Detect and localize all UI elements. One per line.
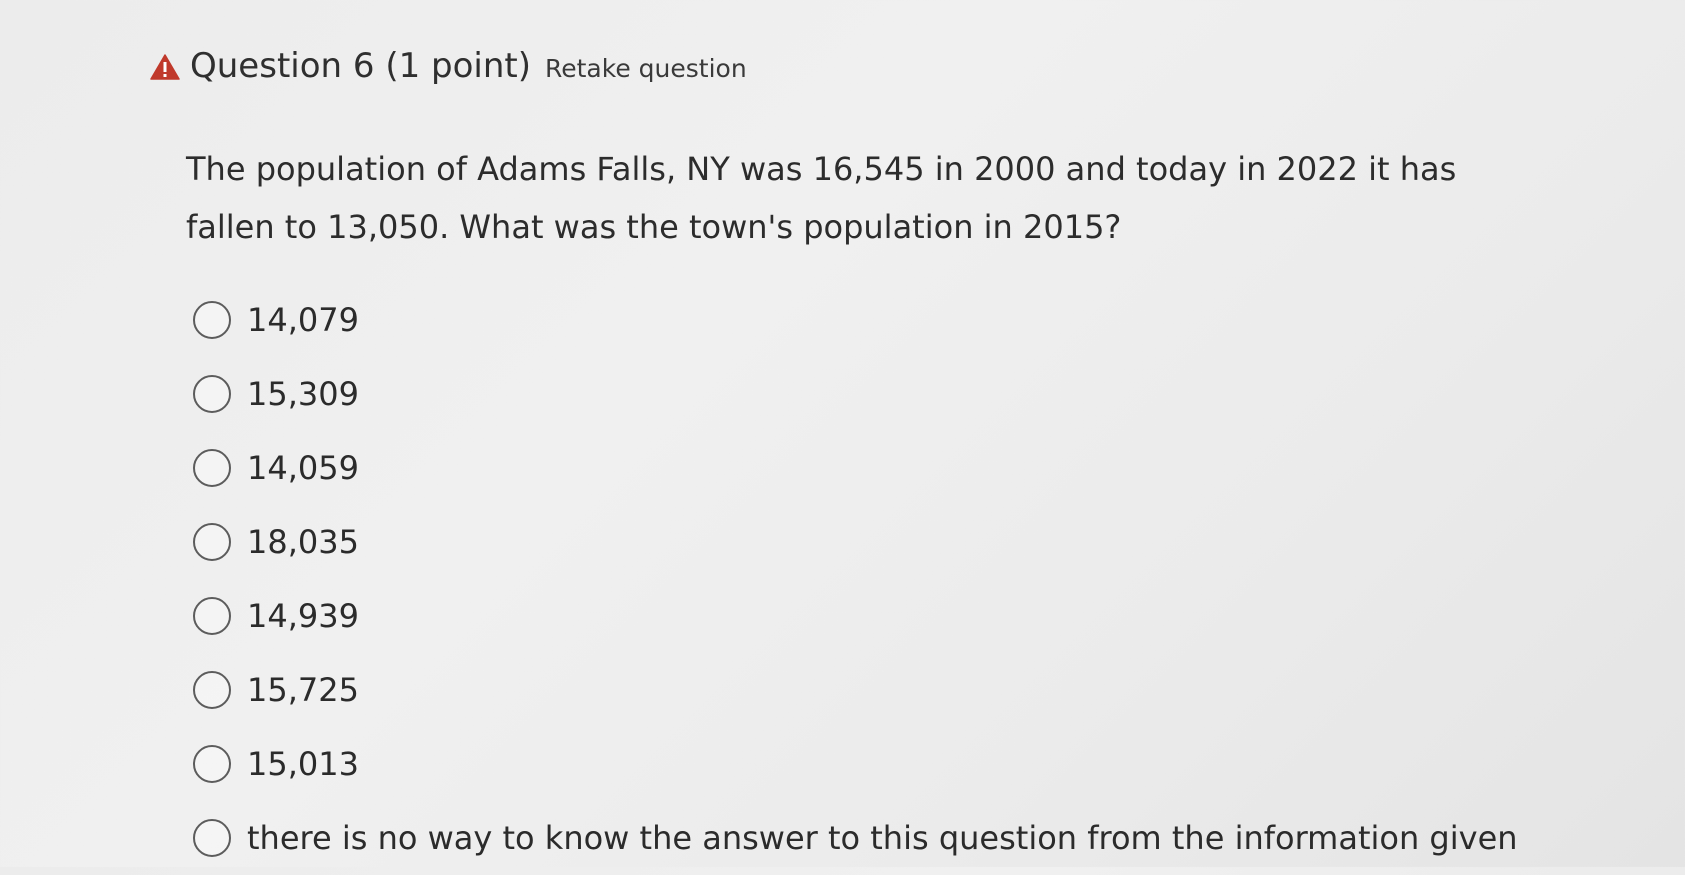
answer-option[interactable]: 15,309 xyxy=(193,357,1518,431)
question-title: Question 6 (1 point) xyxy=(190,46,531,86)
answer-option-label: 18,035 xyxy=(247,523,359,561)
question-prompt: The population of Adams Falls, NY was 16… xyxy=(186,150,1457,246)
answer-option[interactable]: 15,013 xyxy=(193,727,1518,801)
answer-option-label: 15,013 xyxy=(247,745,359,783)
answer-options: 14,079 15,309 14,059 18,035 14,939 15,72… xyxy=(193,283,1518,875)
answer-option[interactable]: 15,725 xyxy=(193,653,1518,727)
answer-option-label: there is no way to know the answer to th… xyxy=(247,819,1518,857)
answer-option[interactable]: 14,939 xyxy=(193,579,1518,653)
warning-triangle-icon xyxy=(150,54,180,80)
radio-button[interactable] xyxy=(193,745,231,783)
radio-button[interactable] xyxy=(193,375,231,413)
answer-option[interactable]: there is no way to know the answer to th… xyxy=(193,801,1518,875)
question-header: Question 6 (1 point) Retake question xyxy=(150,46,747,86)
answer-option-label: 14,059 xyxy=(247,449,359,487)
radio-button[interactable] xyxy=(193,597,231,635)
answer-option[interactable]: 14,079 xyxy=(193,283,1518,357)
radio-button[interactable] xyxy=(193,819,231,857)
answer-option-label: 14,079 xyxy=(247,301,359,339)
radio-button[interactable] xyxy=(193,449,231,487)
radio-button[interactable] xyxy=(193,523,231,561)
answer-option[interactable]: 14,059 xyxy=(193,431,1518,505)
retake-question-link[interactable]: Retake question xyxy=(545,54,747,83)
answer-option-label: 15,725 xyxy=(247,671,359,709)
answer-option[interactable]: 18,035 xyxy=(193,505,1518,579)
radio-button[interactable] xyxy=(193,671,231,709)
radio-button[interactable] xyxy=(193,301,231,339)
answer-option-label: 14,939 xyxy=(247,597,359,635)
answer-option-label: 15,309 xyxy=(247,375,359,413)
